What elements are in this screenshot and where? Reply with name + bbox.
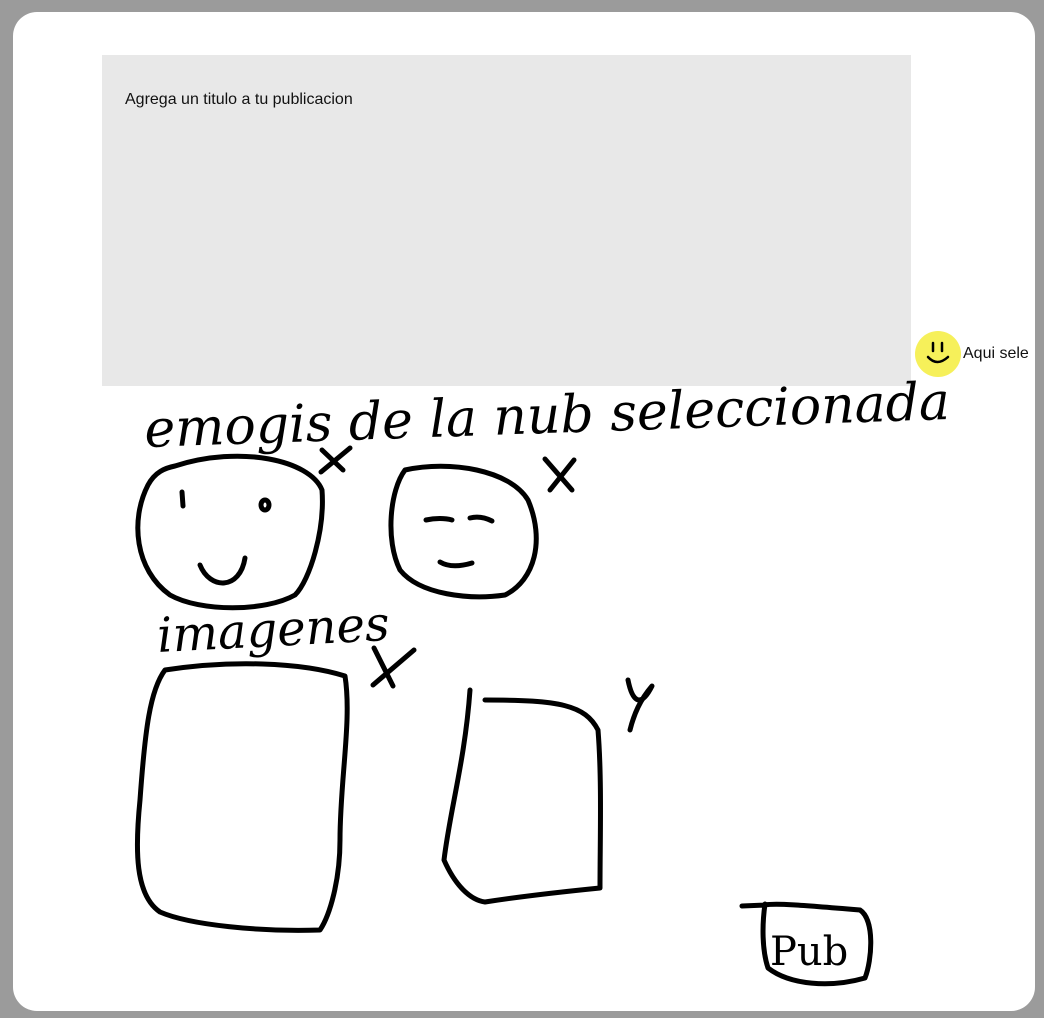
post-editor-card <box>13 12 1035 1011</box>
smiley-face-icon[interactable] <box>915 331 961 377</box>
post-title-input[interactable] <box>125 91 885 109</box>
emoji-picker-label: Aqui sele <box>963 345 1029 362</box>
title-area[interactable] <box>102 55 911 386</box>
emoji-picker-button[interactable]: Aqui sele <box>915 331 1029 377</box>
